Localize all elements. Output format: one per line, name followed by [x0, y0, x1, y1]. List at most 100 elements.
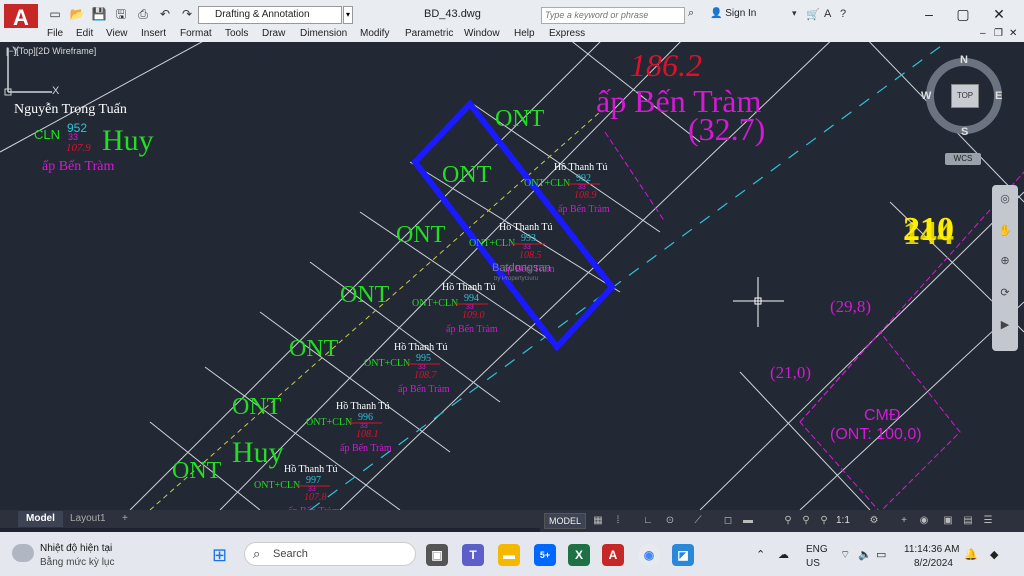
menu-dimension[interactable]: Dimension — [300, 28, 347, 40]
model-space-button[interactable]: MODEL — [544, 513, 587, 529]
onedrive-icon[interactable]: ☁ — [778, 548, 789, 561]
showmotion-icon[interactable]: ▶ — [997, 317, 1013, 333]
plus-icon[interactable]: + — [896, 513, 912, 529]
tab-model[interactable]: Model — [18, 511, 63, 527]
save-icon[interactable]: 💾 — [90, 6, 108, 22]
autocad-taskbar-icon[interactable]: A — [602, 544, 624, 566]
workspace-select[interactable]: Drafting & Annotation — [198, 6, 342, 24]
auto-scale-icon[interactable]: ⚲ — [798, 513, 814, 529]
sign-in-link[interactable]: 👤 Sign In — [710, 8, 756, 19]
weather-subtitle[interactable]: Bằng mức kỳ lục — [40, 557, 115, 568]
windows-start-icon[interactable]: ⊞ — [212, 545, 227, 566]
doc-minimize-icon[interactable]: – — [980, 28, 986, 40]
minimize-icon[interactable]: – — [914, 4, 944, 24]
customization-icon[interactable]: ☰ — [980, 513, 996, 529]
battery-icon[interactable]: ▭ — [876, 548, 886, 561]
wifi-icon[interactable]: ⌔ — [840, 548, 850, 562]
polar-icon[interactable]: ⊙ — [662, 513, 678, 529]
print-icon[interactable]: ⎙ — [134, 6, 152, 22]
parcel-area: 108.5 — [519, 250, 542, 261]
task-view-icon[interactable]: ▣ — [426, 544, 448, 566]
menu-parametric[interactable]: Parametric — [405, 28, 453, 40]
help-icon[interactable]: ? — [840, 8, 846, 20]
gear-icon[interactable]: ⚙ — [866, 513, 882, 529]
cart-icon[interactable]: 🛒 — [806, 8, 820, 21]
menu-file[interactable]: File — [47, 28, 63, 40]
compass-north[interactable]: N — [960, 54, 968, 66]
redo-icon[interactable]: ↷ — [178, 6, 196, 22]
annotation-visibility-icon[interactable]: ⚲ — [780, 513, 796, 529]
isodraft-icon[interactable]: ⟋ — [690, 513, 706, 529]
save-as-icon[interactable]: 🖫 — [112, 6, 130, 22]
doc-close-icon[interactable]: ✕ — [1009, 28, 1017, 40]
menu-edit[interactable]: Edit — [76, 28, 93, 40]
clock-time[interactable]: 11:14:36 AM — [904, 544, 959, 555]
annotation-scale-select[interactable]: 1:1 — [836, 513, 850, 529]
wcs-menu[interactable]: WCS — [945, 153, 981, 165]
menu-draw[interactable]: Draw — [262, 28, 285, 40]
close-icon[interactable]: ✕ — [984, 4, 1014, 24]
teams-icon[interactable]: T — [462, 544, 484, 566]
tray-chevron-icon[interactable]: ⌃ — [756, 548, 765, 561]
grid-icon[interactable]: ▦ — [590, 513, 606, 529]
photos-icon[interactable]: ◪ — [672, 544, 694, 566]
viewcube-top-face[interactable]: TOP — [951, 84, 979, 108]
compass-south[interactable]: S — [961, 126, 968, 138]
menu-express[interactable]: Express — [549, 28, 585, 40]
compass-east[interactable]: E — [995, 90, 1002, 102]
menu-window[interactable]: Window — [464, 28, 500, 40]
add-layout-icon[interactable]: + — [114, 511, 136, 527]
ortho-icon[interactable]: ∟ — [640, 513, 656, 529]
snap-icon[interactable]: ⁞ — [610, 513, 626, 529]
lineweight-icon[interactable]: ▬ — [740, 513, 756, 529]
volume-icon[interactable]: 🔈 — [858, 548, 872, 561]
search-input[interactable]: Type a keyword or phrase — [541, 7, 685, 24]
cmd-sub-label: (ONT: 100,0) — [830, 426, 922, 443]
binoculars-icon[interactable]: ⌕ — [688, 7, 702, 24]
taskbar-search[interactable]: ⌕ Search — [244, 542, 416, 566]
menu-tools[interactable]: Tools — [225, 28, 248, 40]
ont-label: ONT — [340, 282, 390, 308]
clock-date[interactable]: 8/2/2024 — [914, 558, 953, 569]
notification-bell-icon[interactable]: 🔔 — [964, 548, 978, 561]
file-explorer-icon[interactable]: ▬ — [498, 544, 520, 566]
input-region[interactable]: US — [806, 558, 820, 569]
chevron-down-icon[interactable]: ▾ — [792, 8, 797, 19]
menu-help[interactable]: Help — [514, 28, 535, 40]
boundary-line — [259, 311, 451, 453]
compass-west[interactable]: W — [921, 90, 931, 102]
steering-wheel-icon[interactable]: ◎ — [997, 191, 1013, 207]
weather-title[interactable]: Nhiệt độ hiện tại — [40, 543, 112, 554]
orbit-icon[interactable]: ⟳ — [997, 285, 1013, 301]
left-owner-text: Nguyễn Trọng Tuấn — [14, 102, 127, 117]
copilot-icon[interactable]: ◆ — [990, 548, 998, 561]
maximize-icon[interactable]: ▢ — [948, 4, 978, 24]
zoom-icon[interactable]: ⊕ — [997, 253, 1013, 269]
zalo-icon[interactable]: 5+ — [534, 544, 556, 566]
doc-restore-icon[interactable]: ❐ — [994, 28, 1003, 40]
weather-icon[interactable] — [12, 544, 34, 562]
undo-icon[interactable]: ↶ — [156, 6, 174, 22]
chrome-icon[interactable]: ◉ — [638, 544, 660, 566]
isolate-objects-icon[interactable]: ◉ — [916, 513, 932, 529]
menu-view[interactable]: View — [106, 28, 128, 40]
input-language[interactable]: ENG — [806, 544, 828, 555]
annotation-scale-icon[interactable]: ⚲ — [816, 513, 832, 529]
pan-icon[interactable]: ✋ — [997, 223, 1013, 239]
open-file-icon[interactable]: 📂 — [68, 6, 86, 22]
menu-format[interactable]: Format — [180, 28, 212, 40]
menu-modify[interactable]: Modify — [360, 28, 389, 40]
taskbar: Nhiệt độ hiện tại Bằng mức kỳ lục ⊞ ⌕ Se… — [0, 532, 1024, 576]
exchange-icon[interactable]: A — [824, 8, 831, 20]
drawing-canvas[interactable]: 186.2 ấp Bến Tràm (32.7) Nguyễn Trọng Tu… — [0, 42, 1024, 510]
huy-label-top: Huy — [102, 124, 154, 157]
viewcube[interactable]: TOP N S E W — [921, 54, 1005, 144]
excel-icon[interactable]: X — [568, 544, 590, 566]
menu-insert[interactable]: Insert — [141, 28, 166, 40]
tab-layout1[interactable]: Layout1 — [62, 511, 114, 527]
clean-screen-icon[interactable]: ▤ — [960, 513, 976, 529]
chevron-down-icon[interactable]: ▾ — [343, 6, 353, 24]
hardware-acceleration-icon[interactable]: ▣ — [940, 513, 956, 529]
new-file-icon[interactable]: ▭ — [46, 6, 64, 22]
osnap-icon[interactable]: ◻ — [720, 513, 736, 529]
